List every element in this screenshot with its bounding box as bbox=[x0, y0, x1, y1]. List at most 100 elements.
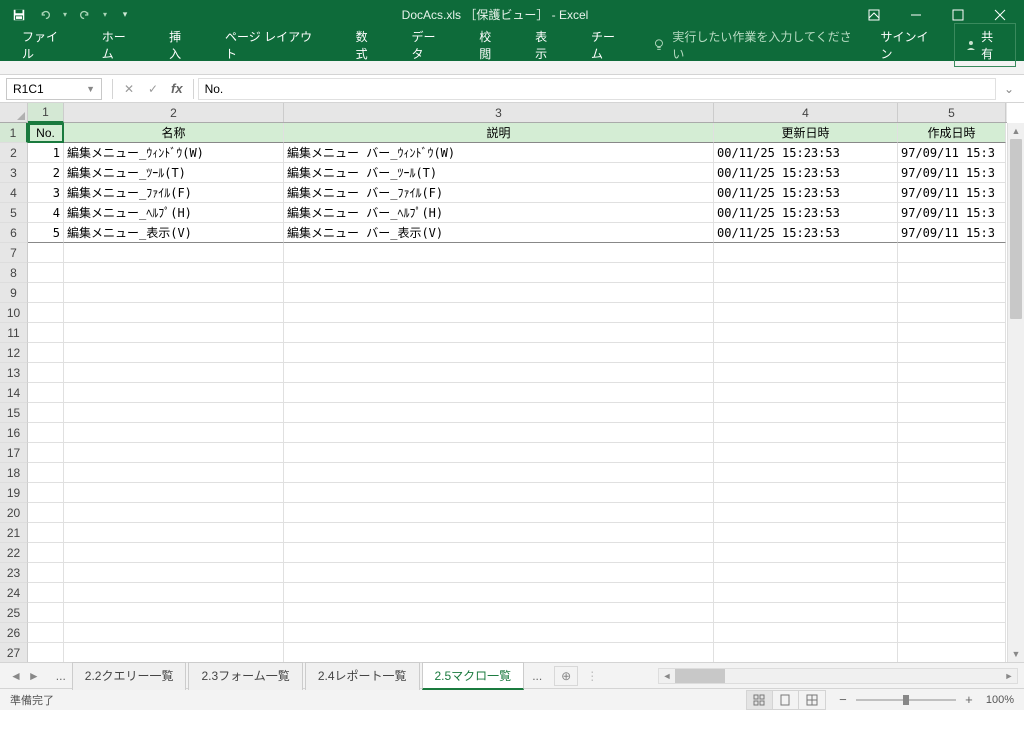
empty-cell[interactable] bbox=[284, 443, 714, 463]
empty-cell[interactable] bbox=[28, 323, 64, 343]
empty-cell[interactable] bbox=[898, 623, 1006, 643]
data-cell[interactable]: 編集メニュー_ｳｨﾝﾄﾞｳ(W) bbox=[64, 143, 284, 163]
empty-cell[interactable] bbox=[898, 283, 1006, 303]
empty-cell[interactable] bbox=[28, 423, 64, 443]
empty-cell[interactable] bbox=[28, 523, 64, 543]
empty-cell[interactable] bbox=[284, 483, 714, 503]
name-box[interactable]: R1C1 ▼ bbox=[6, 78, 102, 100]
view-pagelayout-button[interactable] bbox=[773, 691, 799, 709]
col-header-5[interactable]: 5 bbox=[898, 103, 1006, 122]
empty-cell[interactable] bbox=[898, 563, 1006, 583]
empty-cell[interactable] bbox=[64, 303, 284, 323]
signin-button[interactable]: サインイン bbox=[871, 22, 951, 68]
horizontal-scroll-thumb[interactable] bbox=[675, 669, 725, 683]
empty-cell[interactable] bbox=[714, 523, 898, 543]
data-cell[interactable]: 編集メニュー バー_ﾍﾙﾌﾟ(H) bbox=[284, 203, 714, 223]
empty-cell[interactable] bbox=[284, 363, 714, 383]
col-header-3[interactable]: 3 bbox=[284, 103, 714, 122]
empty-cell[interactable] bbox=[714, 543, 898, 563]
empty-cell[interactable] bbox=[898, 463, 1006, 483]
spreadsheet-grid[interactable]: 1 2 3 4 5 123456789101112131415161718192… bbox=[0, 103, 1024, 662]
empty-cell[interactable] bbox=[714, 623, 898, 643]
col-header-2[interactable]: 2 bbox=[64, 103, 284, 122]
empty-cell[interactable] bbox=[284, 503, 714, 523]
row-header-4[interactable]: 4 bbox=[0, 183, 28, 203]
row-header-17[interactable]: 17 bbox=[0, 443, 28, 463]
empty-cell[interactable] bbox=[64, 443, 284, 463]
empty-cell[interactable] bbox=[284, 623, 714, 643]
empty-cell[interactable] bbox=[64, 563, 284, 583]
scroll-up-button[interactable]: ▲ bbox=[1008, 123, 1024, 139]
data-cell[interactable]: 編集メニュー バー_表示(V) bbox=[284, 223, 714, 243]
data-cell[interactable]: 97/09/11 15:3 bbox=[898, 143, 1006, 163]
row-header-12[interactable]: 12 bbox=[0, 343, 28, 363]
col-header-1[interactable]: 1 bbox=[28, 103, 64, 123]
empty-cell[interactable] bbox=[28, 263, 64, 283]
empty-cell[interactable] bbox=[284, 323, 714, 343]
empty-cell[interactable] bbox=[28, 643, 64, 662]
empty-cell[interactable] bbox=[284, 383, 714, 403]
new-sheet-button[interactable]: ⊕ bbox=[554, 666, 578, 686]
empty-cell[interactable] bbox=[714, 443, 898, 463]
empty-cell[interactable] bbox=[714, 503, 898, 523]
header-cell[interactable]: 名称 bbox=[64, 123, 284, 143]
empty-cell[interactable] bbox=[898, 343, 1006, 363]
row-header-26[interactable]: 26 bbox=[0, 623, 28, 643]
tab-formulas[interactable]: 数式 bbox=[342, 22, 394, 68]
row-header-27[interactable]: 27 bbox=[0, 643, 28, 662]
scroll-left-button[interactable]: ◄ bbox=[659, 671, 675, 681]
cancel-formula-button[interactable]: ✕ bbox=[117, 78, 141, 100]
row-header-1[interactable]: 1 bbox=[0, 123, 28, 143]
empty-cell[interactable] bbox=[898, 323, 1006, 343]
empty-cell[interactable] bbox=[64, 603, 284, 623]
data-cell[interactable]: 2 bbox=[28, 163, 64, 183]
empty-cell[interactable] bbox=[64, 323, 284, 343]
empty-cell[interactable] bbox=[284, 563, 714, 583]
empty-cell[interactable] bbox=[284, 243, 714, 263]
empty-cell[interactable] bbox=[898, 263, 1006, 283]
row-header-20[interactable]: 20 bbox=[0, 503, 28, 523]
sheet-tab[interactable]: 2.2クエリー一覧 bbox=[72, 662, 187, 690]
empty-cell[interactable] bbox=[898, 243, 1006, 263]
header-cell[interactable]: 更新日時 bbox=[714, 123, 898, 143]
empty-cell[interactable] bbox=[714, 583, 898, 603]
formula-input[interactable]: No. bbox=[198, 78, 996, 100]
empty-cell[interactable] bbox=[714, 603, 898, 623]
row-header-19[interactable]: 19 bbox=[0, 483, 28, 503]
empty-cell[interactable] bbox=[714, 563, 898, 583]
data-cell[interactable]: 97/09/11 15:3 bbox=[898, 183, 1006, 203]
header-cell[interactable]: 説明 bbox=[284, 123, 714, 143]
row-header-23[interactable]: 23 bbox=[0, 563, 28, 583]
data-cell[interactable]: 1 bbox=[28, 143, 64, 163]
row-header-13[interactable]: 13 bbox=[0, 363, 28, 383]
share-button[interactable]: 共有 bbox=[954, 23, 1016, 67]
empty-cell[interactable] bbox=[64, 243, 284, 263]
empty-cell[interactable] bbox=[64, 523, 284, 543]
select-all-corner[interactable] bbox=[0, 103, 28, 123]
tab-data[interactable]: データ bbox=[397, 22, 461, 68]
empty-cell[interactable] bbox=[898, 483, 1006, 503]
empty-cell[interactable] bbox=[28, 483, 64, 503]
cells-area[interactable]: No.名称説明更新日時作成日時1編集メニュー_ｳｨﾝﾄﾞｳ(W)編集メニュー バ… bbox=[28, 123, 1007, 662]
row-header-15[interactable]: 15 bbox=[0, 403, 28, 423]
row-header-14[interactable]: 14 bbox=[0, 383, 28, 403]
view-pagebreak-button[interactable] bbox=[799, 691, 825, 709]
empty-cell[interactable] bbox=[64, 403, 284, 423]
data-cell[interactable]: 00/11/25 15:23:53 bbox=[714, 163, 898, 183]
empty-cell[interactable] bbox=[284, 343, 714, 363]
data-cell[interactable]: 編集メニュー_ﾌｧｲﾙ(F) bbox=[64, 183, 284, 203]
row-header-11[interactable]: 11 bbox=[0, 323, 28, 343]
tab-file[interactable]: ファイル bbox=[8, 22, 84, 68]
zoom-track[interactable] bbox=[856, 699, 956, 701]
row-header-5[interactable]: 5 bbox=[0, 203, 28, 223]
empty-cell[interactable] bbox=[64, 583, 284, 603]
sheet-tab[interactable]: 2.5マクロ一覧 bbox=[422, 662, 525, 690]
empty-cell[interactable] bbox=[714, 423, 898, 443]
row-header-10[interactable]: 10 bbox=[0, 303, 28, 323]
empty-cell[interactable] bbox=[898, 523, 1006, 543]
zoom-out-button[interactable]: − bbox=[836, 692, 850, 707]
empty-cell[interactable] bbox=[714, 483, 898, 503]
row-header-18[interactable]: 18 bbox=[0, 463, 28, 483]
zoom-handle[interactable] bbox=[903, 695, 909, 705]
col-header-4[interactable]: 4 bbox=[714, 103, 898, 122]
